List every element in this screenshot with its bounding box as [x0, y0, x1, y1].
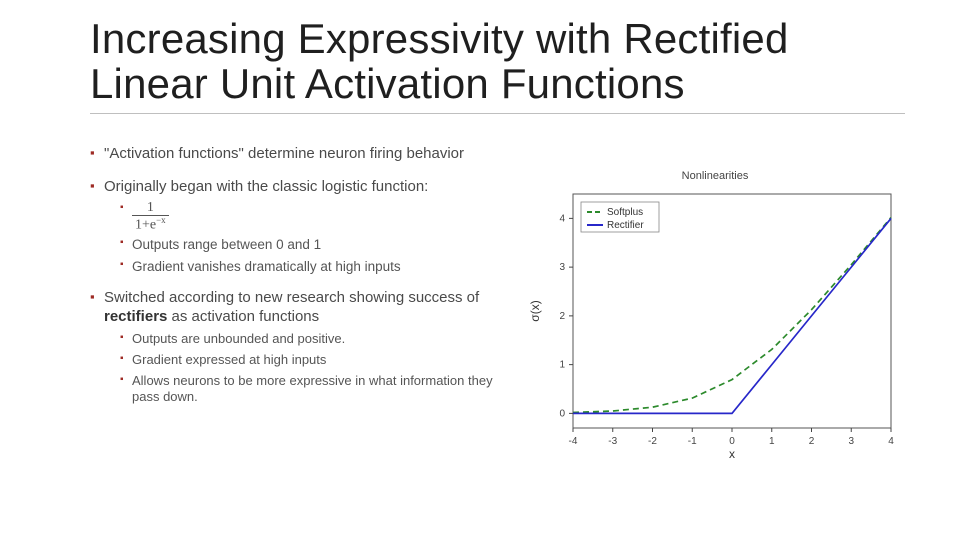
svg-text:-2: -2 [648, 436, 657, 447]
bullet-logistic-outputs: Outputs range between 0 and 1 [120, 236, 500, 254]
title-block: Increasing Expressivity with Rectified L… [90, 16, 900, 114]
formula-numerator: 1 [132, 201, 169, 216]
bullet-rectifier: Switched according to new research showi… [90, 289, 500, 406]
bullet-text-bold: rectifiers [104, 308, 167, 325]
svg-text:1: 1 [559, 360, 565, 371]
bullet-logistic-formula: 1 1+e−x [120, 201, 500, 233]
chart-nonlinearities: Nonlinearities -4 -3 -2 -1 0 1 2 3 4 0 1 2 3 4 x σ(x) So… [525, 170, 905, 470]
svg-text:Softplus: Softplus [607, 207, 643, 218]
svg-text:2: 2 [559, 311, 565, 322]
svg-text:x: x [729, 447, 735, 461]
page-title: Increasing Expressivity with Rectified L… [90, 16, 900, 107]
chart-title: Nonlinearities [525, 170, 905, 182]
svg-text:4: 4 [559, 213, 565, 224]
bullet-text: "Activation functions" determine neuron … [104, 145, 464, 162]
svg-text:-3: -3 [608, 436, 617, 447]
title-underline [90, 113, 905, 114]
bullet-text-pre: Switched according to new research showi… [104, 289, 479, 306]
bullet-rect-outputs: Outputs are unbounded and positive. [120, 331, 500, 348]
bullet-text-post: as activation functions [167, 308, 319, 325]
slide: Increasing Expressivity with Rectified L… [0, 0, 960, 540]
svg-text:2: 2 [809, 436, 815, 447]
body-text: "Activation functions" determine neuron … [90, 145, 500, 420]
formula-logistic: 1 1+e−x [132, 209, 169, 224]
chart-svg: -4 -3 -2 -1 0 1 2 3 4 0 1 2 3 4 x σ(x) Softplus Rectifier [525, 186, 905, 466]
svg-text:-4: -4 [569, 436, 578, 447]
svg-text:0: 0 [559, 408, 565, 419]
formula-denominator-sup: −x [156, 215, 166, 225]
formula-denominator-pre: 1+e [135, 217, 156, 232]
svg-text:4: 4 [888, 436, 894, 447]
svg-text:Rectifier: Rectifier [607, 220, 644, 231]
svg-text:-1: -1 [688, 436, 697, 447]
bullet-rect-expressive: Allows neurons to be more expressive in … [120, 373, 500, 407]
svg-text:0: 0 [729, 436, 735, 447]
svg-text:σ(x): σ(x) [528, 300, 542, 321]
bullet-logistic: Originally began with the classic logist… [90, 178, 500, 276]
bullet-text: Originally began with the classic logist… [104, 178, 428, 195]
bullet-logistic-gradient: Gradient vanishes dramatically at high i… [120, 258, 500, 276]
svg-text:1: 1 [769, 436, 775, 447]
svg-text:3: 3 [848, 436, 854, 447]
svg-text:3: 3 [559, 262, 565, 273]
bullet-rect-gradient: Gradient expressed at high inputs [120, 352, 500, 369]
bullet-activation: "Activation functions" determine neuron … [90, 145, 500, 164]
